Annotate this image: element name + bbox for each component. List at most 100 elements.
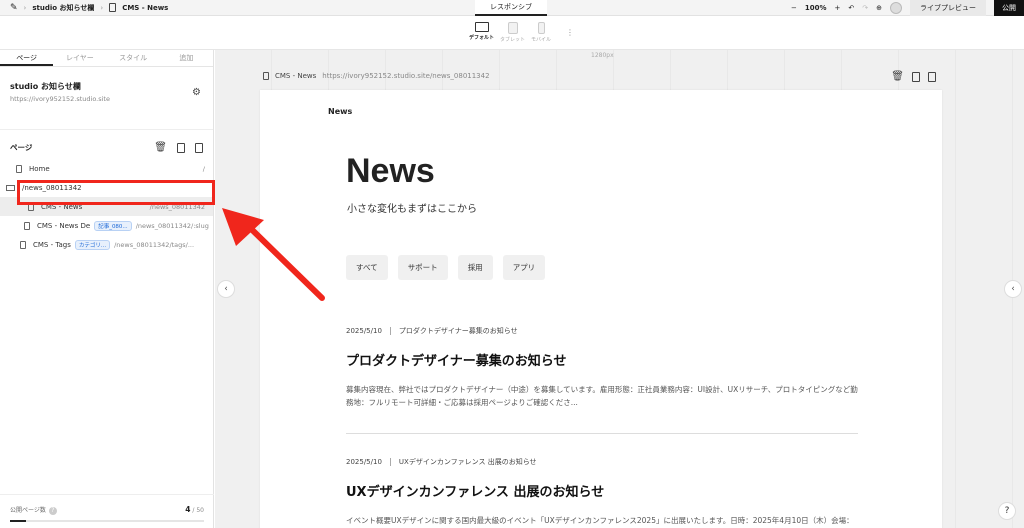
- home-page-icon: [16, 164, 22, 173]
- page-url-bar: CMS - News https://ivory952152.studio.si…: [263, 72, 490, 80]
- live-preview-button[interactable]: ライブプレビュー: [910, 0, 986, 16]
- redo-icon[interactable]: ↷: [862, 4, 868, 12]
- chevron-right-icon: ›: [100, 3, 104, 12]
- undo-icon[interactable]: ↶: [848, 4, 854, 12]
- page-subtitle[interactable]: 小さな変化もまずはここから: [347, 200, 477, 215]
- article-date: 2025/5/10: [346, 458, 382, 466]
- collection-badge: カテゴリ...: [74, 239, 111, 250]
- help-button[interactable]: ?: [998, 502, 1016, 520]
- count-total: / 50: [192, 507, 204, 514]
- page-path: /: [202, 164, 205, 173]
- site-nav-logo[interactable]: News: [328, 107, 352, 116]
- article-excerpt: イベント概要UXデザインに関する国内最大級のイベント「UXデザインカンファレンス…: [346, 516, 854, 525]
- device-label: タブレット: [500, 37, 526, 43]
- responsive-mode-tab[interactable]: レスポンシブ: [475, 0, 547, 16]
- left-panel: ページ レイヤー スタイル 追加 studio お知らせ欄 https://iv…: [0, 50, 214, 528]
- tab-pages[interactable]: ページ: [0, 50, 54, 66]
- site-info: studio お知らせ欄 https://ivory952152.studio.…: [0, 67, 213, 130]
- device-label: モバイル: [531, 37, 552, 43]
- duplicate-icon[interactable]: [912, 72, 920, 82]
- article-title[interactable]: プロダクトデザイナー募集のお知らせ: [346, 350, 858, 369]
- folder-icon: [6, 184, 15, 191]
- page-name: CMS - News De: [37, 221, 91, 230]
- page-item-home[interactable]: Home /: [0, 159, 213, 178]
- tab-layers[interactable]: レイヤー: [53, 50, 106, 66]
- article-category: UXデザインカンファレンス 出展のお知らせ: [398, 458, 537, 466]
- help-icon[interactable]: ?: [48, 507, 57, 515]
- page-item-cms-news-detail[interactable]: CMS - News De 記事_080... /news_08011342/:…: [0, 216, 213, 235]
- avatar[interactable]: [890, 2, 902, 14]
- divider: [346, 433, 858, 434]
- monitor-icon: [474, 22, 489, 32]
- add-page-icon[interactable]: [928, 72, 936, 82]
- page-name: Home: [29, 164, 50, 173]
- page-name: CMS - Tags: [33, 240, 71, 249]
- pages-header: ページ 🗑: [0, 130, 213, 159]
- more-icon[interactable]: ⋮: [566, 28, 574, 37]
- filter-app[interactable]: アプリ: [502, 255, 546, 280]
- trash-icon[interactable]: 🗑: [891, 72, 904, 82]
- current-page-name[interactable]: CMS - News: [122, 4, 168, 12]
- page-icon: [263, 72, 269, 80]
- site-name: studio お知らせ欄: [10, 82, 81, 91]
- collection-badge: 記事_080...: [94, 220, 132, 231]
- chevron-left-icon[interactable]: ‹: [217, 280, 235, 298]
- breakpoint-width: 1280px: [591, 52, 614, 59]
- chevron-right-icon: ›: [23, 3, 27, 12]
- settings-sliders-icon[interactable]: ⚙: [192, 87, 201, 98]
- divider: [389, 327, 391, 335]
- filter-support[interactable]: サポート: [397, 255, 448, 280]
- filter-recruiting[interactable]: 採用: [457, 255, 493, 280]
- zoom-in-button[interactable]: +: [835, 4, 841, 12]
- cms-page-icon: [20, 240, 26, 249]
- page-title[interactable]: News: [346, 152, 435, 191]
- article-meta: 2025/5/10 プロダクトデザイナー募集のお知らせ: [346, 326, 858, 336]
- article-item[interactable]: 2025/5/10 UXデザインカンファレンス 出展のお知らせ UXデザインカン…: [346, 457, 858, 528]
- page-path: /news_08011342/tags/...: [114, 240, 195, 249]
- canvas[interactable]: 1280px CMS - News https://ivory952152.st…: [215, 50, 1024, 528]
- article-meta: 2025/5/10 UXデザインカンファレンス 出展のお知らせ: [346, 457, 858, 467]
- page-preview[interactable]: News News 小さな変化もまずはここから すべて サポート 採用 アプリ …: [260, 90, 942, 528]
- published-pages-bar: [10, 520, 204, 522]
- canvas-tools: 🗑: [891, 72, 936, 82]
- tab-add[interactable]: 追加: [160, 50, 213, 66]
- zoom-level[interactable]: 100%: [805, 4, 827, 12]
- canvas-page-url[interactable]: https://ivory952152.studio.site/news_080…: [322, 72, 489, 80]
- device-bar: デフォルト タブレット モバイル ⋮: [0, 16, 1024, 50]
- add-page-icon[interactable]: [195, 142, 203, 153]
- device-mobile[interactable]: モバイル: [531, 22, 551, 43]
- divider: [389, 458, 391, 466]
- add-icon[interactable]: ⊕: [876, 4, 882, 12]
- import-page-icon[interactable]: [177, 142, 185, 153]
- article-item[interactable]: 2025/5/10 プロダクトデザイナー募集のお知らせ プロダクトデザイナー募集…: [346, 326, 858, 434]
- cms-page-icon: [24, 221, 30, 230]
- project-name[interactable]: studio お知らせ欄: [32, 3, 94, 13]
- published-pages-counter: 公開ページ数? 4 / 50: [0, 494, 214, 528]
- site-url[interactable]: https://ivory952152.studio.site: [10, 95, 203, 103]
- category-filters: すべて サポート 採用 アプリ: [346, 255, 546, 280]
- zoom-out-button[interactable]: −: [791, 4, 797, 12]
- chevron-left-icon[interactable]: ‹: [1004, 280, 1022, 298]
- top-bar: ✎ › studio お知らせ欄 › CMS - News レスポンシブ − 1…: [0, 0, 1024, 16]
- page-path: /news_08011342/:slug: [135, 221, 209, 230]
- article-title[interactable]: UXデザインカンファレンス 出展のお知らせ: [346, 481, 858, 500]
- article-date: 2025/5/10: [346, 327, 382, 335]
- pen-icon[interactable]: ✎: [10, 3, 18, 13]
- panel-tabs: ページ レイヤー スタイル 追加: [0, 50, 213, 67]
- trash-icon[interactable]: 🗑: [154, 142, 167, 153]
- device-tablet[interactable]: タブレット: [500, 22, 525, 43]
- device-default[interactable]: デフォルト: [469, 22, 494, 41]
- article-excerpt: 募集内容現在、弊社ではプロダクトデザイナー（中途）を募集しています。雇用形態：正…: [346, 385, 858, 407]
- toolbar-right: − 100% + ↶ ↷ ⊕ ライブプレビュー 公開: [791, 0, 1024, 16]
- filter-all[interactable]: すべて: [346, 255, 388, 280]
- tab-styles[interactable]: スタイル: [107, 50, 160, 66]
- published-pages-bar-fill: [10, 520, 26, 522]
- pages-actions: 🗑: [154, 142, 203, 153]
- article-category: プロダクトデザイナー募集のお知らせ: [398, 327, 518, 335]
- phone-icon: [537, 22, 545, 34]
- canvas-page-name: CMS - News: [275, 72, 317, 80]
- count-value: 4: [185, 505, 191, 514]
- device-label: デフォルト: [469, 35, 495, 41]
- publish-button[interactable]: 公開: [994, 0, 1024, 16]
- page-item-cms-tags[interactable]: CMS - Tags カテゴリ... /news_08011342/tags/.…: [0, 235, 213, 254]
